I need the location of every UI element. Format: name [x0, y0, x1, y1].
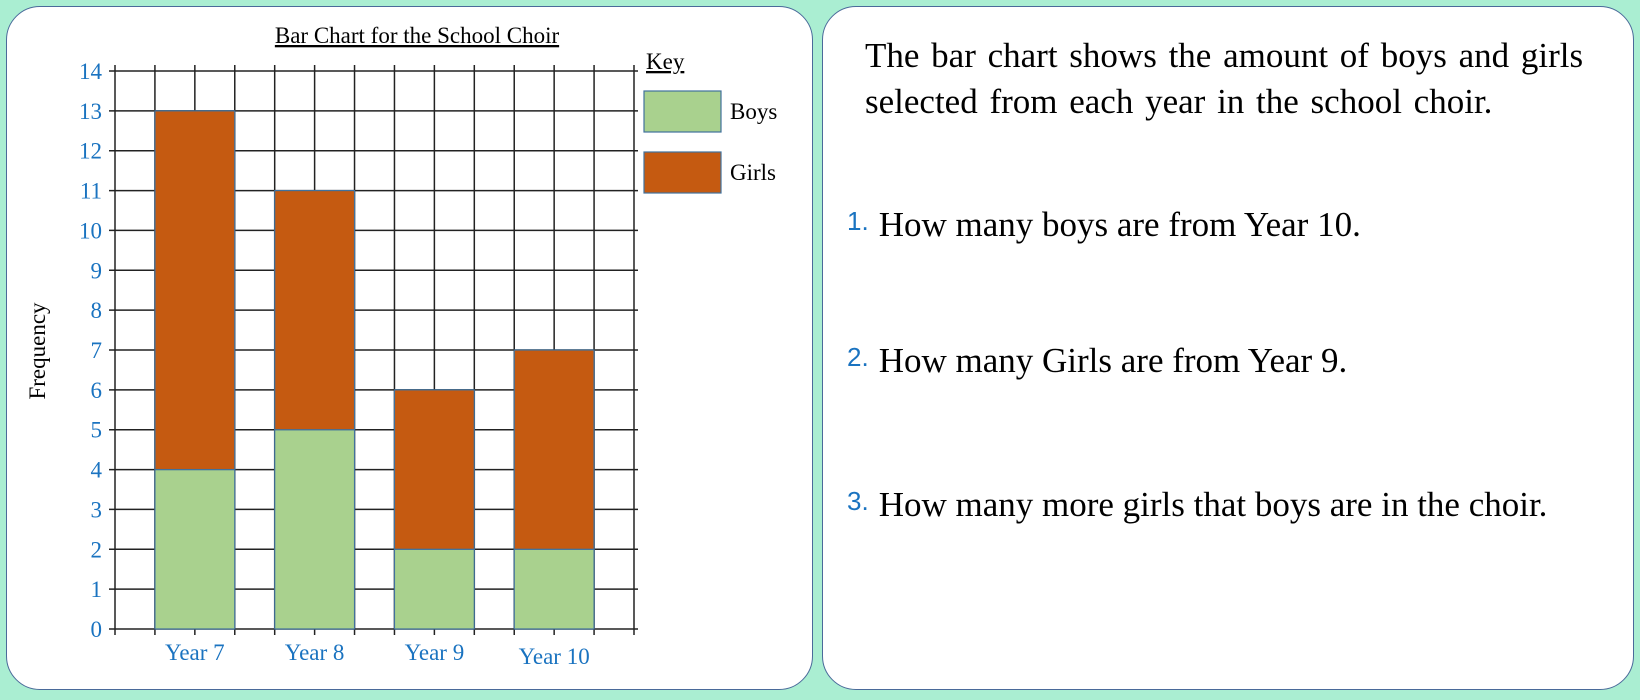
- y-tick-label: 7: [91, 338, 103, 363]
- questions-panel: The bar chart shows the amount of boys a…: [822, 6, 1634, 690]
- y-axis-label: Frequency: [25, 302, 50, 400]
- bar-girls-year-10: [513, 349, 595, 550]
- question-1: 1. How many boys are from Year 10.: [847, 205, 1361, 245]
- y-tick-label: 11: [80, 179, 102, 204]
- y-tick-label: 13: [79, 99, 102, 124]
- y-tick-label: 10: [79, 218, 102, 243]
- question-text: How many boys are from Year 10.: [878, 205, 1361, 244]
- y-tick-label: 2: [91, 537, 103, 562]
- bar-girls-year-8: [274, 189, 356, 431]
- question-text: How many more girls that boys are in the…: [878, 485, 1548, 524]
- question-number: 2.: [847, 342, 869, 372]
- x-tick-label: Year 8: [285, 640, 345, 665]
- y-tick-label: 14: [79, 59, 103, 84]
- legend: Key Boys Girls: [643, 49, 777, 194]
- y-tick-label: 8: [91, 298, 103, 323]
- x-tick-label: Year 9: [405, 640, 465, 665]
- legend-swatch-girls: [643, 151, 722, 194]
- bar-boys-year-7: [154, 468, 236, 630]
- x-tick-label: Year 7: [165, 640, 225, 665]
- chart-title: Bar Chart for the School Choir: [275, 23, 560, 48]
- y-tick-label: 3: [91, 497, 103, 522]
- intro-text: The bar chart shows the amount of boys a…: [865, 36, 1584, 121]
- question-2: 2. How many Girls are from Year 9.: [847, 341, 1347, 381]
- question-number: 3.: [847, 486, 869, 516]
- bar-boys-year-9: [393, 548, 475, 630]
- y-axis-ticks: 01234567891011121314: [79, 59, 103, 642]
- question-3: 3. How many more girls that boys are in t…: [847, 485, 1547, 525]
- x-tick-label: Year 10: [519, 644, 590, 669]
- bar-boys-year-8: [274, 429, 356, 630]
- y-tick-label: 0: [91, 617, 103, 642]
- bar-girls-year-9: [393, 389, 475, 550]
- y-tick-label: 9: [91, 258, 103, 283]
- x-axis-labels: Year 7 Year 8 Year 9 Year 10: [165, 640, 590, 669]
- bar-girls-year-7: [154, 110, 236, 471]
- legend-label-girls: Girls: [730, 160, 776, 185]
- bar-boys-year-10: [513, 548, 595, 630]
- legend-title: Key: [646, 49, 685, 74]
- bar-chart: Bar Chart for the School Choir Frequency…: [25, 23, 777, 669]
- bars: [154, 110, 595, 630]
- question-number: 1.: [847, 206, 869, 236]
- y-tick-label: 1: [91, 577, 103, 602]
- legend-label-boys: Boys: [730, 99, 777, 124]
- chart-panel: Bar Chart for the School Choir Frequency…: [6, 6, 813, 690]
- y-tick-label: 5: [91, 418, 103, 443]
- y-tick-label: 6: [91, 378, 103, 403]
- legend-swatch-boys: [643, 90, 722, 133]
- question-text: How many Girls are from Year 9.: [878, 341, 1348, 380]
- y-tick-label: 4: [91, 458, 103, 483]
- y-tick-label: 12: [79, 139, 102, 164]
